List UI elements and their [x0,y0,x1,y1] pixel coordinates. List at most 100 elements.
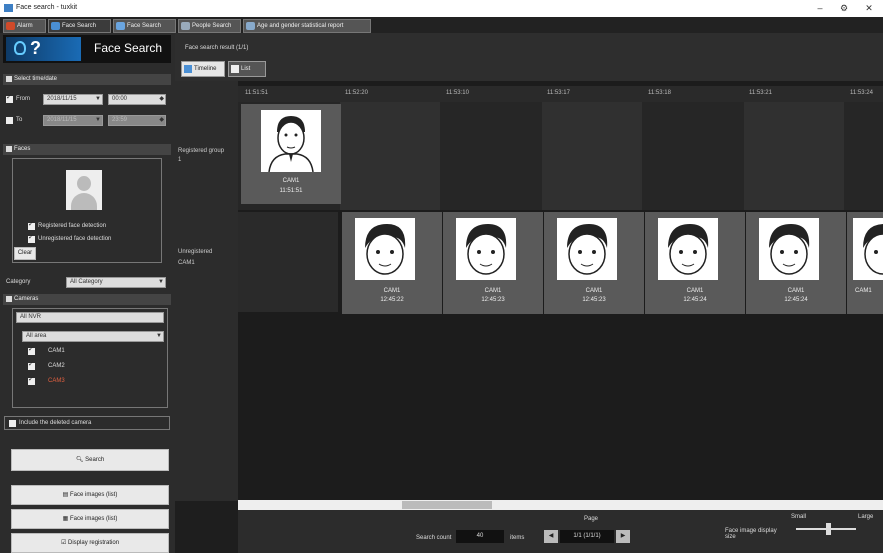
face-grid-button[interactable]: ▦ Face images (list) [11,509,169,529]
face-outline-icon [14,41,26,55]
alarm-icon [6,22,15,30]
from-time-input[interactable]: 00:00 ◆ [108,94,166,105]
to-date-input[interactable]: 2018/11/15 ▼ [43,115,103,126]
camera-checkbox-1[interactable] [28,345,35,355]
page-label: Page [584,516,599,522]
face-card-time: 12:45:24 [784,297,808,303]
column-header: 11:53:24 [850,90,873,96]
face-list-icon: ▤ [62,492,69,498]
search-icon: 🔍︎ [75,457,84,463]
row-label-unregistered: Unregistered [178,249,213,255]
face-thumbnail[interactable] [557,218,617,280]
tab-bar: Alarm Face Search Face Search People Sea… [0,17,883,33]
checkbox-icon[interactable] [6,76,12,82]
tab-face-search[interactable]: Face Search [48,19,111,33]
timeline-header: 11:51:51 11:52:20 11:53:10 11:53:17 11:5… [238,86,883,102]
registered-face-checkbox[interactable] [28,220,35,230]
cameras-panel [12,308,168,408]
checkbox-icon[interactable] [6,146,12,152]
face-card-camera: CAM1 [855,288,872,294]
face-placeholder-avatar [66,170,102,210]
face-size-slider[interactable] [796,523,856,535]
search-count-label: Search count [416,535,452,541]
face-card-unregistered[interactable]: CAM1 [847,212,883,314]
bottom-bar: Search count 40 items Page ◀ 1/1 (1/1/1)… [238,510,883,553]
cartoon-face-icon [456,218,516,280]
face-card-unregistered[interactable]: CAM1 12:45:23 [544,212,644,314]
registered-face-label: Registered face detection [38,223,107,229]
registration-icon: ☑ [60,540,67,546]
sidebar: ? Face Search Select time/date From 2018… [0,33,175,553]
face-thumbnail[interactable] [456,218,516,280]
from-date-input[interactable]: 2018/11/15 ▼ [43,94,103,105]
chevron-down-icon[interactable]: ▼ [95,116,101,125]
spin-icon[interactable]: ◆ [159,95,164,104]
face-list-button[interactable]: ▤ Face images (list) [11,485,169,505]
face-card-unregistered[interactable]: CAM1 12:45:24 [645,212,745,314]
clear-button[interactable]: Clear [14,247,36,260]
chevron-down-icon[interactable]: ▼ [158,278,164,287]
to-checkbox[interactable] [6,117,13,124]
face-thumbnail[interactable] [759,218,819,280]
server-select[interactable]: All NVR [16,312,164,323]
tab-people-search[interactable]: People Search [178,19,241,33]
face-thumbnail[interactable] [853,218,883,280]
face-thumbnail[interactable] [658,218,718,280]
face-card-registered[interactable]: CAM1 11:51:51 [241,104,341,204]
camera-checkbox-2[interactable] [28,360,35,370]
chevron-down-icon[interactable]: ▼ [156,332,162,341]
category-label: Category [6,279,31,285]
from-checkbox[interactable] [6,93,13,103]
brand-title: Face Search [94,41,163,55]
face-card-camera: CAM1 [282,178,300,184]
slider-knob[interactable] [826,523,831,535]
tab-list[interactable]: List [228,61,266,77]
column-header: 11:52:20 [345,90,368,96]
tab-alarm[interactable]: Alarm [3,19,46,33]
face-card-camera: CAM1 [585,288,603,294]
category-select[interactable]: All Category ▼ [66,277,166,288]
face-thumbnail[interactable] [355,218,415,280]
search-button[interactable]: 🔍︎ Search [11,449,169,471]
cartoon-face-icon [853,218,883,280]
face-card-unregistered[interactable]: CAM1 12:45:24 [746,212,846,314]
face-search-icon [51,22,60,30]
app-icon [4,4,13,12]
unregistered-face-checkbox[interactable] [28,233,35,243]
face-card-unregistered[interactable]: CAM1 12:45:22 [342,212,442,314]
include-deleted-checkbox[interactable] [9,420,16,427]
chevron-down-icon[interactable]: ▼ [95,95,101,104]
timeline-grid: 11:51:51 11:52:20 11:53:10 11:53:17 11:5… [175,81,883,501]
face-card-camera: CAM1 [484,288,502,294]
tab-age-gender-report[interactable]: Age and gender statistical report [243,19,371,33]
page-field[interactable]: 1/1 (1/1/1) [560,530,614,543]
face-size-label: Face image display size [725,528,777,540]
face-card-time: 12:45:23 [481,297,505,303]
scrollbar-thumb[interactable] [402,501,492,509]
search-count-field[interactable]: 40 [456,530,504,543]
report-icon [246,22,255,30]
face-card-time: 12:45:22 [380,297,404,303]
row-sublabel-registered: 1 [178,157,182,163]
spin-icon[interactable]: ◆ [159,116,164,125]
cameras-section-header[interactable]: Cameras [3,294,171,305]
prev-page-button[interactable]: ◀ [544,530,558,543]
camera-checkbox-3[interactable] [28,375,35,385]
date-section-header[interactable]: Select time/date [3,74,171,85]
registered-face-icon [261,110,321,173]
display-registration-button[interactable]: ☑ Display registration [11,533,169,553]
checkbox-icon[interactable] [6,296,12,302]
next-page-button[interactable]: ▶ [616,530,630,543]
tab-timeline[interactable]: Timeline [181,61,225,77]
face-card-unregistered[interactable]: CAM1 12:45:23 [443,212,543,314]
to-time-input[interactable]: 23:59 ◆ [108,115,166,126]
tab-face-search-2[interactable]: Face Search [113,19,176,33]
face-thumbnail[interactable] [261,110,321,173]
faces-section-header[interactable]: Faces [3,144,171,155]
list-icon [231,65,239,73]
minimize-button[interactable]: – [812,2,828,14]
settings-icon[interactable]: ⚙ [836,2,852,14]
area-select[interactable]: All area ▼ [22,331,164,342]
close-button[interactable]: ✕ [861,2,877,14]
horizontal-scrollbar[interactable] [238,500,883,510]
